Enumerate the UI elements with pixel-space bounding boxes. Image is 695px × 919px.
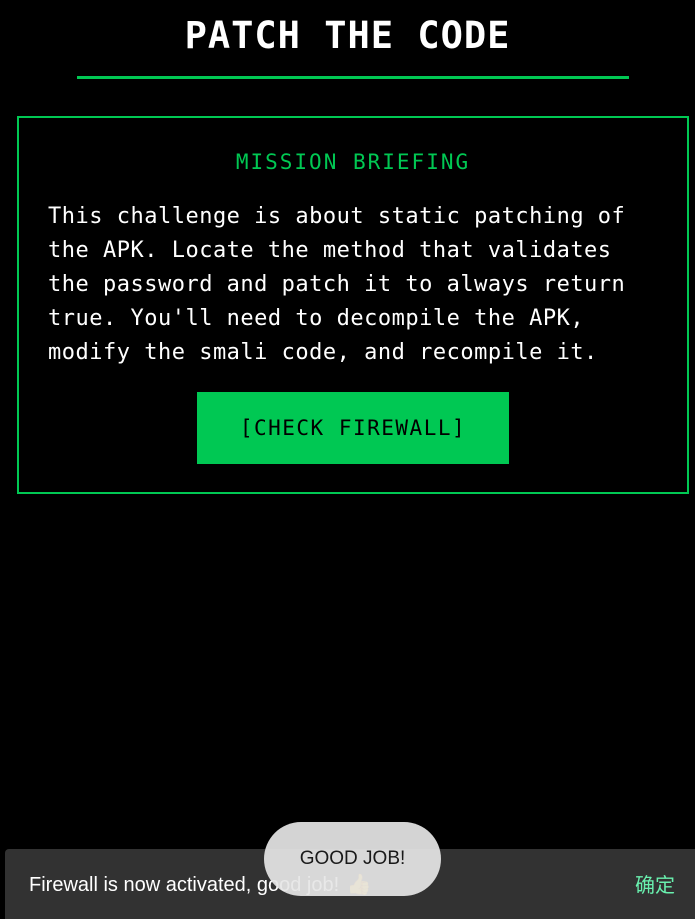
mission-briefing-panel: MISSION BRIEFING This challenge is about… (17, 116, 689, 494)
briefing-heading: MISSION BRIEFING (235, 150, 471, 174)
briefing-text: This challenge is about static patching … (48, 204, 626, 365)
check-firewall-button[interactable]: [CHECK FIREWALL] (197, 392, 509, 464)
snackbar-confirm-button[interactable]: 确定 (625, 869, 685, 901)
title-divider (77, 76, 629, 79)
toast-message: GOOD JOB! (264, 822, 441, 896)
page-title: PATCH THE CODE (184, 14, 511, 57)
